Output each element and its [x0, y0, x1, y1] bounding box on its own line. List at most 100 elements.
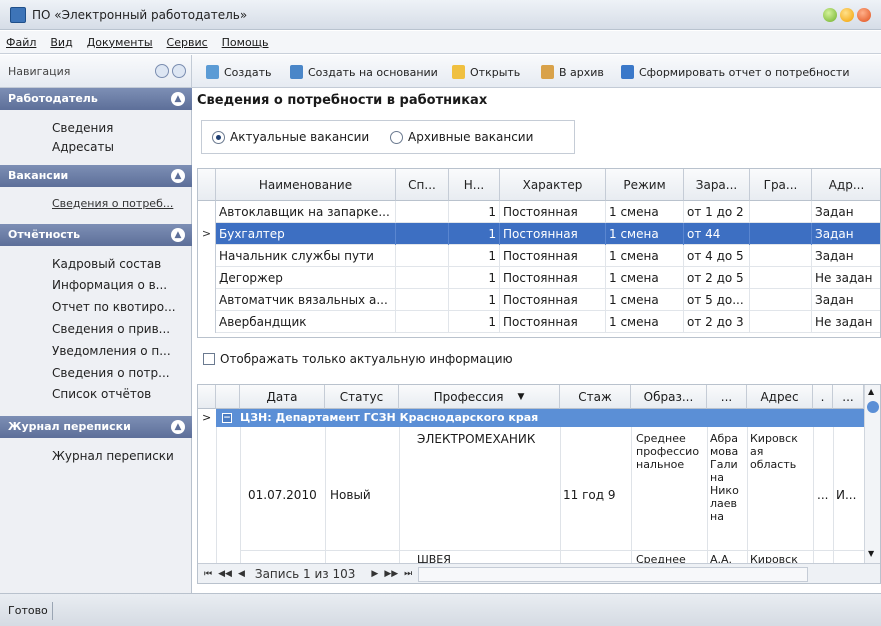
table-row[interactable]: > Бухгалтер 1 Постоянная 1 смена от 44 Задан: [198, 223, 880, 245]
cell-address[interactable]: Кировск ая область: [750, 432, 798, 471]
cell-status[interactable]: Новый: [330, 488, 371, 502]
row-indicator[interactable]: [198, 201, 216, 223]
maximize-button[interactable]: [840, 8, 854, 22]
minimize-button[interactable]: [823, 8, 837, 22]
cell-8[interactable]: ...: [817, 488, 828, 502]
last-record-icon[interactable]: ⏭: [404, 569, 412, 579]
sidebar-item-hiring-info[interactable]: Сведения о прив...: [52, 322, 170, 336]
column-header-experience[interactable]: Стаж: [560, 385, 631, 409]
column-header-education[interactable]: Образ...: [631, 385, 707, 409]
cell-schedule[interactable]: [750, 223, 812, 245]
sidebar-item-notifications[interactable]: Уведомления о п...: [52, 344, 171, 358]
row-indicator[interactable]: [198, 267, 216, 289]
cell-name[interactable]: Дегоржер: [216, 267, 396, 289]
column-header-8[interactable]: .: [813, 385, 833, 409]
cell-salary[interactable]: от 2 до 5: [684, 267, 750, 289]
create-based-button[interactable]: Создать на основании: [290, 63, 438, 81]
cell-date[interactable]: 01.07.2010: [248, 488, 317, 502]
cell-person-name[interactable]: Абра мова Гали на Нико лаев на: [710, 432, 739, 523]
cell-name[interactable]: Начальник службы пути: [216, 245, 396, 267]
cell-salary[interactable]: от 4 до 5: [684, 245, 750, 267]
cell-count[interactable]: 1: [449, 245, 500, 267]
cell-profession[interactable]: ЭЛЕКТРОМЕХАНИК: [417, 432, 535, 446]
cell-sp[interactable]: [396, 223, 449, 245]
column-header-count[interactable]: Н...: [449, 169, 500, 201]
section-correspondence[interactable]: Журнал переписки ▲: [0, 416, 192, 438]
table-row[interactable]: Дегоржер 1 Постоянная 1 смена от 2 до 5 Не за…: [198, 267, 880, 289]
cell-address[interactable]: Не задан: [812, 311, 880, 333]
column-header-salary[interactable]: Зара...: [684, 169, 750, 201]
cell-mode[interactable]: 1 смена: [606, 223, 684, 245]
menu-file[interactable]: Файл: [6, 36, 36, 49]
cell-mode[interactable]: 1 смена: [606, 311, 684, 333]
row-indicator[interactable]: [198, 245, 216, 267]
next-record-icon[interactable]: ▶: [371, 569, 378, 579]
chevron-up-icon[interactable]: ▲: [171, 228, 185, 242]
column-header-date[interactable]: Дата: [240, 385, 325, 409]
cell-character[interactable]: Постоянная: [500, 201, 606, 223]
radio-archived-vacancies[interactable]: Архивные вакансии: [390, 130, 533, 144]
cell-sp[interactable]: [396, 201, 449, 223]
row-indicator[interactable]: [198, 289, 216, 311]
cell-count[interactable]: 1: [449, 223, 500, 245]
cell-character[interactable]: Постоянная: [500, 289, 606, 311]
sidebar-item-needs-report[interactable]: Сведения о потр...: [52, 366, 170, 380]
cell-schedule[interactable]: [750, 201, 812, 223]
sidebar-item-info-about[interactable]: Информация о в...: [52, 278, 167, 292]
horizontal-scrollbar[interactable]: [418, 566, 809, 582]
column-header-name[interactable]: ...: [707, 385, 747, 409]
column-header-character[interactable]: Характер: [500, 169, 606, 201]
sidebar-item-info[interactable]: Сведения: [52, 121, 113, 135]
sidebar-item-quota-report[interactable]: Отчет по квотиро...: [52, 300, 176, 314]
open-button[interactable]: Открыть: [452, 63, 520, 81]
cell-count[interactable]: 1: [449, 289, 500, 311]
group-expand-indicator[interactable]: >: [202, 411, 211, 424]
group-row[interactable]: − ЦЗН: Департамент ГСЗН Краснодарского кр…: [216, 409, 866, 427]
cell-sp[interactable]: [396, 267, 449, 289]
column-header-mode[interactable]: Режим: [606, 169, 684, 201]
cell-mode[interactable]: 1 смена: [606, 289, 684, 311]
cell-character[interactable]: Постоянная: [500, 223, 606, 245]
section-vacancies[interactable]: Вакансии ▲: [0, 165, 192, 187]
cell-character[interactable]: Постоянная: [500, 245, 606, 267]
cell-address[interactable]: Задан: [812, 245, 880, 267]
column-header-9[interactable]: ...: [833, 385, 864, 409]
scroll-thumb[interactable]: [867, 401, 879, 413]
nav-collapse-icon[interactable]: [155, 64, 169, 78]
menu-documents[interactable]: Документы: [87, 36, 153, 49]
table-row[interactable]: Авербандщик 1 Постоянная 1 смена от 2 до 3 Не…: [198, 311, 880, 333]
cell-address[interactable]: Не задан: [812, 267, 880, 289]
cell-count[interactable]: 1: [449, 201, 500, 223]
table-row[interactable]: Начальник службы пути 1 Постоянная 1 смена о…: [198, 245, 880, 267]
cell-name[interactable]: Бухгалтер: [216, 223, 396, 245]
actual-only-checkbox[interactable]: Отображать только актуальную информацию: [203, 352, 513, 366]
cell-schedule[interactable]: [750, 311, 812, 333]
sidebar-item-correspondence-log[interactable]: Журнал переписки: [52, 449, 174, 463]
sidebar-item-staff[interactable]: Кадровый состав: [52, 257, 161, 271]
column-header-status[interactable]: Статус: [325, 385, 399, 409]
sidebar-item-report-list[interactable]: Список отчётов: [52, 387, 151, 401]
row-indicator[interactable]: >: [198, 223, 216, 245]
column-header-address[interactable]: Адрес: [747, 385, 813, 409]
scroll-down-icon[interactable]: ▼: [868, 549, 874, 558]
menu-view[interactable]: Вид: [50, 36, 72, 49]
cell-salary[interactable]: от 2 до 3: [684, 311, 750, 333]
cell-name[interactable]: Авербандщик: [216, 311, 396, 333]
chevron-up-icon[interactable]: ▲: [171, 169, 185, 183]
chevron-up-icon[interactable]: ▲: [171, 420, 185, 434]
generate-report-button[interactable]: Сформировать отчет о потребности: [621, 63, 850, 81]
next-page-icon[interactable]: ▶▶: [384, 569, 398, 579]
cell-count[interactable]: 1: [449, 311, 500, 333]
column-header-schedule[interactable]: Гра...: [750, 169, 812, 201]
cell-mode[interactable]: 1 смена: [606, 201, 684, 223]
cell-mode[interactable]: 1 смена: [606, 267, 684, 289]
section-reports[interactable]: Отчётность ▲: [0, 224, 192, 246]
vertical-scrollbar[interactable]: ▲ ▼: [864, 385, 880, 563]
cell-9[interactable]: И...: [836, 488, 856, 502]
cell-name[interactable]: Автоклавщик на запарке...: [216, 201, 396, 223]
cell-name[interactable]: Автоматчик вязальных а...: [216, 289, 396, 311]
menu-service[interactable]: Сервис: [167, 36, 208, 49]
archive-button[interactable]: В архив: [541, 63, 604, 81]
nav-pin-icon[interactable]: [172, 64, 186, 78]
partial-row[interactable]: ШВЕЯ Среднее А.А. Кировск: [240, 551, 864, 563]
